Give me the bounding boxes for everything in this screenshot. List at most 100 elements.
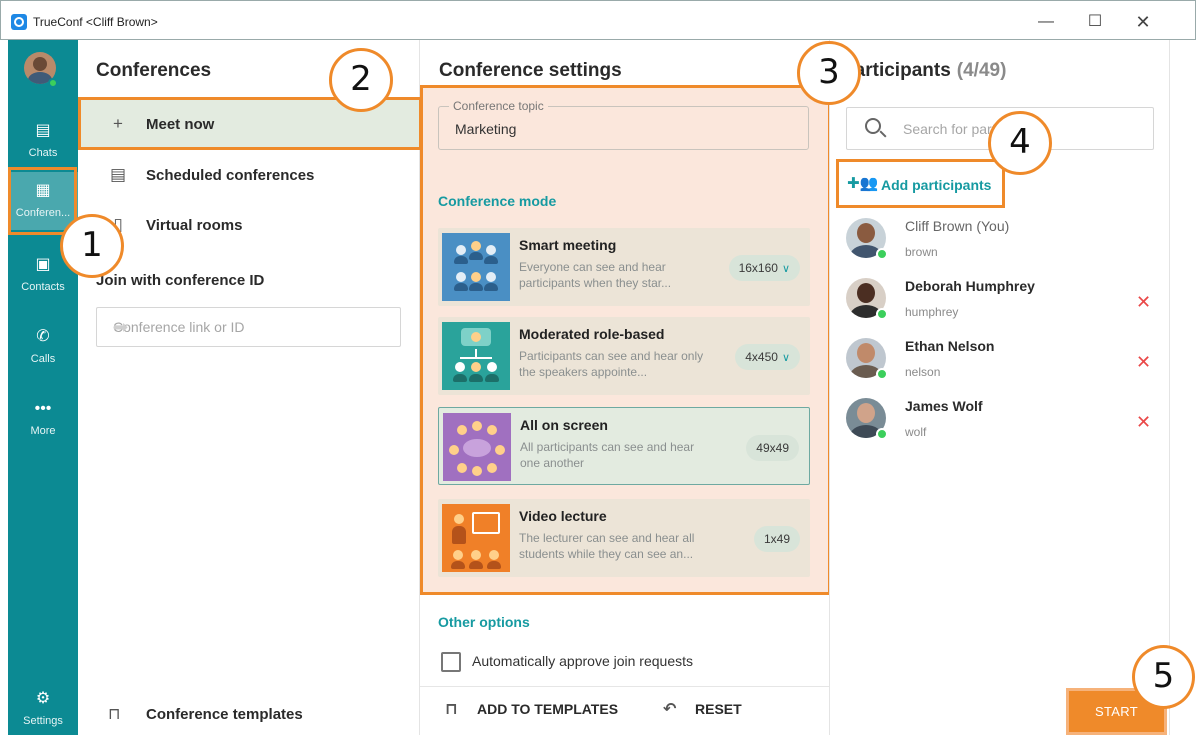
mode-badge-value: 49x49 <box>756 441 789 455</box>
left-rail: ▤ Chats ▦ Conferen... ▣ Contacts ✆ Calls… <box>8 40 78 735</box>
arrow-right-icon[interactable]: ➡ <box>113 317 390 338</box>
rail-item-label: More <box>30 425 56 437</box>
mode-layout-badge: 1x49 <box>753 526 800 552</box>
nav-item-label: Scheduled conferences <box>146 167 315 184</box>
mode-badge-value: 1x49 <box>763 532 790 546</box>
conference-templates-item[interactable]: ⊓ Conference templates <box>78 698 420 734</box>
mode-badge-value: 4x450 <box>745 350 778 364</box>
settings-footer: ⊓ ADD TO TEMPLATES ↶ RESET <box>420 686 829 735</box>
smart-meeting-thumbnail-icon <box>442 233 510 301</box>
callout-number: 4 <box>988 111 1052 175</box>
bookmark-icon: ⊓ <box>108 706 121 723</box>
mode-description: Everyone can see and hear participants w… <box>519 260 672 290</box>
add-users-icon: ✚👥 <box>847 175 879 192</box>
add-participants-button[interactable]: ✚👥 Add participants <box>836 159 1005 208</box>
remove-participant-icon[interactable]: ✕ <box>1136 412 1151 433</box>
participant-row[interactable]: James Wolf wolf ✕ <box>846 398 1166 456</box>
online-status-icon <box>876 308 888 320</box>
participant-name: James Wolf <box>905 398 983 414</box>
rail-item-label: Settings <box>23 715 63 727</box>
nav-item-label: Meet now <box>146 116 215 133</box>
mode-description: Participants can see and hear only the s… <box>519 349 704 379</box>
participant-row[interactable]: Ethan Nelson nelson ✕ <box>846 338 1166 396</box>
gear-icon: ⚙ <box>35 690 51 707</box>
conference-settings-title: Conference settings <box>439 60 622 81</box>
callout-number: 3 <box>797 41 861 105</box>
nav-item-scheduled-conferences[interactable]: ▤ Scheduled conferences <box>78 150 420 200</box>
auto-approve-checkbox[interactable] <box>441 652 461 672</box>
conference-templates-label: Conference templates <box>146 706 303 723</box>
mode-description: All participants can see and hear one an… <box>520 440 695 470</box>
chat-icon: ▤ <box>35 122 51 139</box>
auto-approve-label: Automatically approve join requests <box>472 653 694 669</box>
reset-label: RESET <box>695 701 742 717</box>
conference-icon: ▦ <box>35 182 51 199</box>
window-titlebar: TrueConf <Cliff Brown> — ☐ ✕ <box>0 0 1196 40</box>
rail-item-chats[interactable]: ▤ Chats <box>8 112 78 170</box>
participant-login: wolf <box>905 425 927 439</box>
rail-item-conferences[interactable]: ▦ Conferen... <box>8 172 78 230</box>
participant-login: humphrey <box>905 305 959 319</box>
conference-id-input[interactable]: Conference link or ID ➡ <box>96 307 401 347</box>
all-on-screen-thumbnail-icon <box>443 413 511 481</box>
add-participants-label: Add participants <box>881 177 992 193</box>
minimize-button[interactable]: — <box>1026 9 1066 35</box>
conference-topic-value: Marketing <box>455 121 517 137</box>
mode-card-video-lecture[interactable]: Video lecture The lecturer can see and h… <box>438 499 810 577</box>
maximize-button[interactable]: ☐ <box>1075 9 1115 35</box>
mode-layout-selector[interactable]: 16x160 ∨ <box>728 255 800 281</box>
mode-title: Moderated role-based <box>519 326 665 342</box>
participant-row[interactable]: Cliff Brown (You) brown <box>846 218 1166 276</box>
video-lecture-thumbnail-icon <box>442 504 510 572</box>
online-status-icon <box>876 368 888 380</box>
window-title: TrueConf <Cliff Brown> <box>33 15 158 29</box>
chevron-down-icon: ∨ <box>781 263 790 275</box>
calls-icon: ✆ <box>36 328 50 345</box>
rail-item-label: Conferen... <box>15 207 71 219</box>
participant-login: nelson <box>905 365 941 379</box>
nav-item-label: Virtual rooms <box>146 217 243 234</box>
participant-name: Ethan Nelson <box>905 338 995 354</box>
participant-row[interactable]: Deborah Humphrey humphrey ✕ <box>846 278 1166 336</box>
conference-topic-legend: Conference topic <box>449 99 548 113</box>
mode-title: Smart meeting <box>519 237 617 253</box>
mode-title: Video lecture <box>519 508 607 524</box>
rail-item-label: Chats <box>28 147 58 159</box>
nav-item-virtual-rooms[interactable]: ▯ Virtual rooms <box>78 200 420 250</box>
rail-item-label: Contacts <box>21 281 65 293</box>
participants-title: Participants (4/49) <box>842 60 1006 82</box>
calendar-icon: ▤ <box>109 165 127 184</box>
conference-mode-label: Conference mode <box>438 193 557 209</box>
search-icon <box>865 118 881 134</box>
mode-description: The lecturer can see and hear all studen… <box>519 531 695 561</box>
online-status-icon <box>876 428 888 440</box>
plus-icon: + <box>113 114 123 133</box>
rail-item-more[interactable]: ••• More <box>8 390 78 448</box>
mode-card-all-on-screen[interactable]: All on screen All participants can see a… <box>438 407 810 485</box>
online-status-icon <box>48 78 58 88</box>
participant-name: Cliff Brown (You) <box>905 218 1010 234</box>
close-window-button[interactable]: ✕ <box>1123 9 1163 35</box>
online-status-icon <box>876 248 888 260</box>
mode-layout-selector[interactable]: 4x450 ∨ <box>735 344 800 370</box>
participant-name: Deborah Humphrey <box>905 278 1035 294</box>
conferences-title: Conferences <box>96 60 212 81</box>
conference-topic-field[interactable]: Conference topic Marketing <box>438 99 809 150</box>
mode-badge-value: 16x160 <box>738 261 778 275</box>
participants-count: (4/49) <box>956 60 1007 81</box>
chevron-down-icon: ∨ <box>781 352 790 364</box>
mode-layout-badge: 49x49 <box>746 435 799 461</box>
rail-item-calls[interactable]: ✆ Calls <box>8 318 78 376</box>
rail-item-settings[interactable]: ⚙ Settings <box>8 680 78 735</box>
mode-card-smart-meeting[interactable]: Smart meeting Everyone can see and hear … <box>438 228 810 306</box>
trueconf-logo-icon <box>11 14 27 30</box>
remove-participant-icon[interactable]: ✕ <box>1136 292 1151 313</box>
remove-participant-icon[interactable]: ✕ <box>1136 352 1151 373</box>
mode-card-moderated-role-based[interactable]: Moderated role-based Participants can se… <box>438 317 810 395</box>
bookmark-icon: ⊓ <box>445 701 458 718</box>
add-to-templates-label: ADD TO TEMPLATES <box>477 701 619 717</box>
participant-login: brown <box>905 245 938 259</box>
conferences-panel: Conferences + Meet now ▤ Scheduled confe… <box>78 40 420 735</box>
callout-number: 5 <box>1132 645 1195 709</box>
rail-item-label: Calls <box>30 353 56 365</box>
